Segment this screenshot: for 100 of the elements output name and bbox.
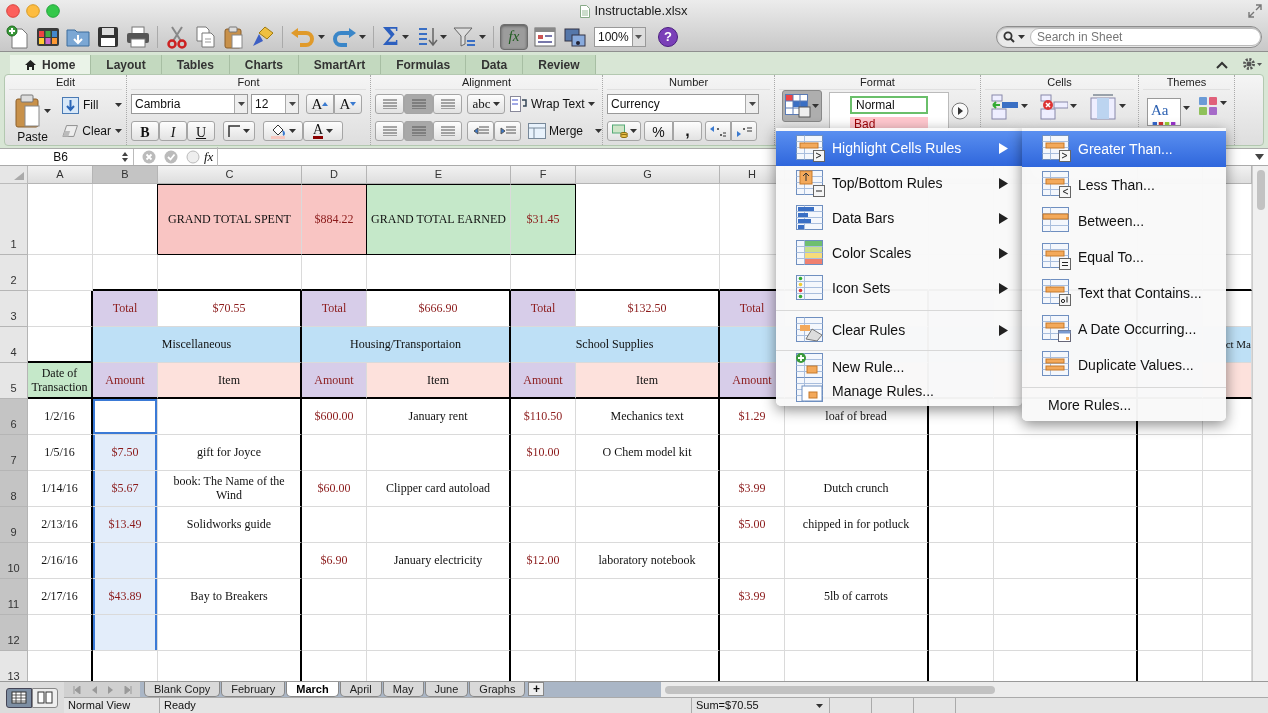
clear-button[interactable]: Clear [62,122,122,140]
fill-button[interactable]: Fill [62,96,122,114]
sheet-tab[interactable]: June [424,682,469,697]
horizontal-align-button[interactable] [433,121,462,141]
column-header[interactable]: A [28,166,93,184]
active-cell[interactable] [93,398,158,435]
merge-button[interactable]: Merge [528,122,602,140]
row-header[interactable]: 13 [0,650,28,681]
borders-button[interactable] [223,121,255,141]
vertical-align-button[interactable] [404,94,433,114]
column-header[interactable]: B [93,166,158,184]
sum-dropdown[interactable]: Sum=$70.55 [692,698,830,713]
cell-style[interactable]: Normal [850,96,928,114]
zoom-icon[interactable] [46,4,60,18]
sheet-tab[interactable]: May [382,682,424,697]
new-document-icon[interactable] [6,24,30,49]
menu-item[interactable]: Equal To... [1022,239,1226,275]
menu-item[interactable]: Greater Than... [1022,131,1226,167]
row-header[interactable]: 7 [0,434,28,471]
print-icon[interactable] [126,24,150,49]
select-all-icon[interactable] [14,172,24,181]
last-sheet-icon[interactable] [123,685,132,694]
first-sheet-icon[interactable] [72,685,81,694]
collapse-icon[interactable] [1216,61,1228,69]
sheet-tab[interactable]: April [339,682,382,697]
paste-button[interactable]: Paste [9,90,56,145]
comma-button[interactable]: , [673,121,702,141]
row-header[interactable]: 11 [0,578,28,615]
row-header[interactable]: 8 [0,470,28,507]
row-header[interactable]: 2 [0,254,28,291]
colors-icon[interactable] [1198,96,1218,116]
sheet-tab[interactable]: Blank Copy [144,682,221,697]
ribbon-tab[interactable]: Data [466,55,524,74]
insert-cells-icon[interactable] [991,94,1019,120]
sheet-tab[interactable]: February [221,682,286,697]
column-header[interactable]: F [511,166,576,184]
shrink-font-button[interactable]: A [334,94,362,114]
ribbon-tab[interactable]: SmartArt [298,55,382,74]
grow-font-button[interactable]: A [306,94,334,114]
percent-button[interactable]: % [644,121,673,141]
name-box[interactable]: B6 [0,149,134,165]
play-icon[interactable] [951,102,969,120]
selected-cell[interactable] [93,542,158,579]
underline-button[interactable]: U [187,121,215,141]
column-header[interactable]: G [576,166,720,184]
menu-item[interactable]: Color Scales [776,236,1022,271]
bold-button[interactable]: B [131,121,159,141]
cancel-icon[interactable] [142,150,156,164]
row-header[interactable]: 3 [0,290,28,327]
filter-icon[interactable] [452,25,477,48]
column-header[interactable]: D [302,166,367,184]
decrease-indent-button[interactable] [467,121,494,141]
row-header[interactable]: 1 [0,183,28,255]
ribbon-tab[interactable]: Tables [161,55,230,74]
search-field[interactable]: Search in Sheet [996,25,1262,48]
accounting-button[interactable] [607,121,641,141]
close-icon[interactable] [6,4,20,18]
horizontal-align-button[interactable] [404,121,433,141]
number-format-select[interactable]: Currency [607,94,759,114]
ribbon-tab[interactable]: Layout [91,55,162,74]
toolbox-icon[interactable] [533,25,556,48]
sheet-tab[interactable]: March [286,682,339,697]
expand-icon[interactable] [1255,154,1264,160]
vertical-align-button[interactable] [375,94,404,114]
column-header[interactable]: E [367,166,511,184]
add-sheet-button[interactable]: + [528,682,545,696]
save-icon[interactable] [96,24,120,49]
column-header[interactable]: C [158,166,302,184]
menu-item[interactable]: Highlight Cells Rules [776,131,1022,166]
themes-button[interactable]: Aa [1147,98,1181,126]
next-sheet-icon[interactable] [106,685,115,694]
row-header[interactable]: 6 [0,398,28,435]
scroll-thumb[interactable] [665,685,996,694]
increase-indent-button[interactable] [494,121,521,141]
paste-icon[interactable] [223,24,245,49]
fill-color-button[interactable] [263,121,303,141]
menu-item[interactable]: Data Bars [776,201,1022,236]
font-color-button[interactable]: A [303,121,343,141]
row-header[interactable]: 10 [0,542,28,579]
horizontal-scrollbar[interactable] [661,682,1268,697]
menu-item[interactable]: Text that Contains... [1022,275,1226,311]
scissors-icon[interactable] [165,24,189,49]
brush-icon[interactable] [251,24,275,49]
confirm-icon[interactable] [164,150,178,164]
orientation-button[interactable]: abc [467,94,505,114]
fullscreen-icon[interactable] [1248,4,1262,18]
help-button[interactable]: ? [657,26,678,47]
scroll-thumb[interactable] [1256,170,1265,210]
selected-cell[interactable] [93,614,158,651]
delete-cells-icon[interactable] [1040,94,1068,120]
media-icon[interactable] [563,25,586,48]
increase-decimal-button[interactable] [705,121,731,141]
italic-button[interactable]: I [159,121,187,141]
horizontal-align-button[interactable] [375,121,404,141]
settings-icon[interactable] [1242,57,1262,71]
ribbon-tab[interactable]: Review [523,55,596,74]
normal-view-button[interactable] [6,687,32,708]
row-header[interactable]: 9 [0,506,28,543]
ribbon-tab[interactable]: Formulas [381,55,467,74]
autosum-button[interactable]: Σ [378,24,413,49]
